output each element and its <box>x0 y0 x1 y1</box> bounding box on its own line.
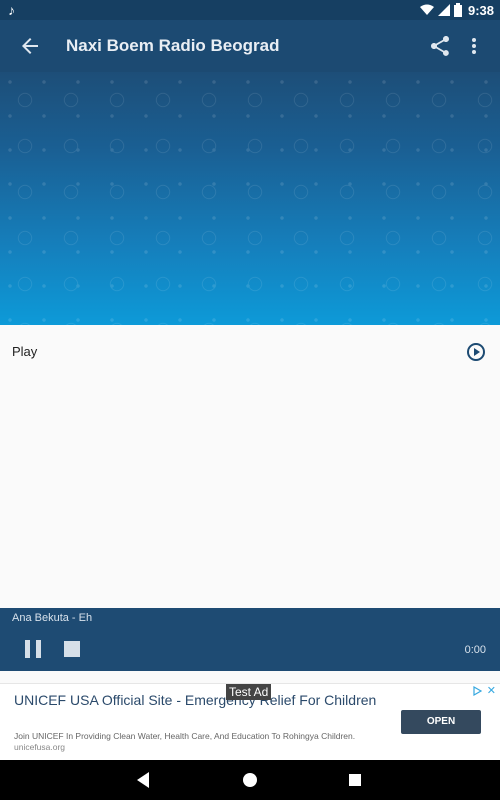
app-toolbar: Naxi Boem Radio Beograd <box>0 20 500 72</box>
nav-home-icon[interactable] <box>242 771 258 789</box>
ad-close-icon[interactable]: ✕ <box>487 685 496 697</box>
track-title: Ana Bekuta - Eh <box>12 612 93 624</box>
play-label: Play <box>12 344 38 359</box>
ad-body: Join UNICEF In Providing Clean Water, He… <box>14 731 356 741</box>
ad-headline[interactable]: UNICEF USA Official Site - Emergency Rel… <box>14 691 384 710</box>
test-ad-badge: Test Ad <box>226 684 272 700</box>
pause-button[interactable] <box>24 640 42 658</box>
wifi-icon <box>419 4 434 15</box>
status-time: 9:38 <box>467 2 494 18</box>
play-circle-icon[interactable] <box>466 342 486 362</box>
back-arrow-icon[interactable] <box>18 34 42 58</box>
station-artwork <box>0 72 500 325</box>
battery-icon <box>453 3 462 17</box>
share-icon[interactable] <box>428 34 452 58</box>
music-note-icon: ♪ <box>8 2 15 18</box>
ad-banner[interactable]: UNICEF USA Official Site - Emergency Rel… <box>0 683 500 761</box>
elapsed-time: 0:00 <box>464 644 486 656</box>
pattern-overlay <box>0 72 500 325</box>
page-title: Naxi Boem Radio Beograd <box>66 36 280 55</box>
status-bar: ♪ 9:38 <box>0 0 500 20</box>
overflow-menu-icon[interactable] <box>465 34 483 58</box>
adchoices-icon[interactable] <box>472 686 482 696</box>
status-icons: 9:38 <box>419 0 494 20</box>
ad-domain: unicefusa.org <box>14 742 66 752</box>
play-list-item[interactable]: Play <box>0 325 500 379</box>
nav-back-icon[interactable] <box>135 771 151 789</box>
nav-recents-icon[interactable] <box>348 771 362 789</box>
navigation-bar <box>0 760 500 800</box>
stop-button[interactable] <box>64 641 80 657</box>
player-bar: Ana Bekuta - Eh 0:00 <box>0 608 500 671</box>
signal-icon <box>437 4 450 16</box>
ad-open-button[interactable]: OPEN <box>401 710 481 734</box>
